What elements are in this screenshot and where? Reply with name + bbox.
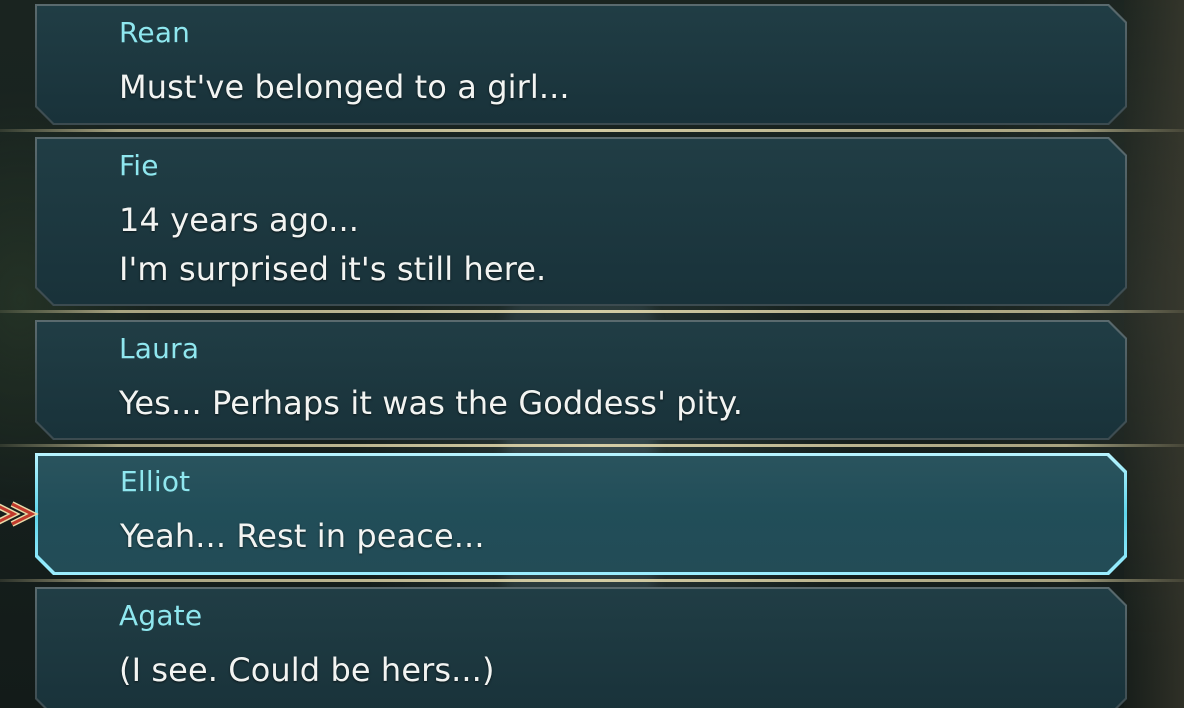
entry-divider <box>0 444 1184 447</box>
dialogue-line: 14 years ago... <box>119 201 360 239</box>
speaker-name: Agate <box>119 599 203 632</box>
dialogue-line: (I see. Could be hers...) <box>119 651 495 689</box>
backlog-entry[interactable]: Rean Must've belonged to a girl... <box>35 4 1127 125</box>
backlog-entry[interactable]: Laura Yes... Perhaps it was the Goddess'… <box>35 320 1127 440</box>
dialogue-line: I'm surprised it's still here. <box>119 250 547 288</box>
dialogue-line: Yes... Perhaps it was the Goddess' pity. <box>119 384 744 422</box>
speaker-name: Rean <box>119 16 191 49</box>
speaker-name: Laura <box>119 332 200 365</box>
entry-divider <box>0 129 1184 132</box>
dialogue-line: Must've belonged to a girl... <box>119 68 570 106</box>
double-chevron-right-icon <box>0 501 39 527</box>
entry-divider <box>0 310 1184 313</box>
entry-divider <box>0 579 1184 582</box>
dialogue-backlog: Rean Must've belonged to a girl... Fie 1… <box>0 0 1184 708</box>
backlog-entry[interactable]: Fie 14 years ago... I'm surprised it's s… <box>35 137 1127 306</box>
dialogue-line: Yeah... Rest in peace... <box>120 517 485 555</box>
speaker-name: Fie <box>119 149 159 182</box>
speaker-name: Elliot <box>120 465 191 498</box>
backlog-entry-selected[interactable]: Elliot Yeah... Rest in peace... <box>35 453 1127 575</box>
backlog-entry[interactable]: Agate (I see. Could be hers...) <box>35 587 1127 708</box>
